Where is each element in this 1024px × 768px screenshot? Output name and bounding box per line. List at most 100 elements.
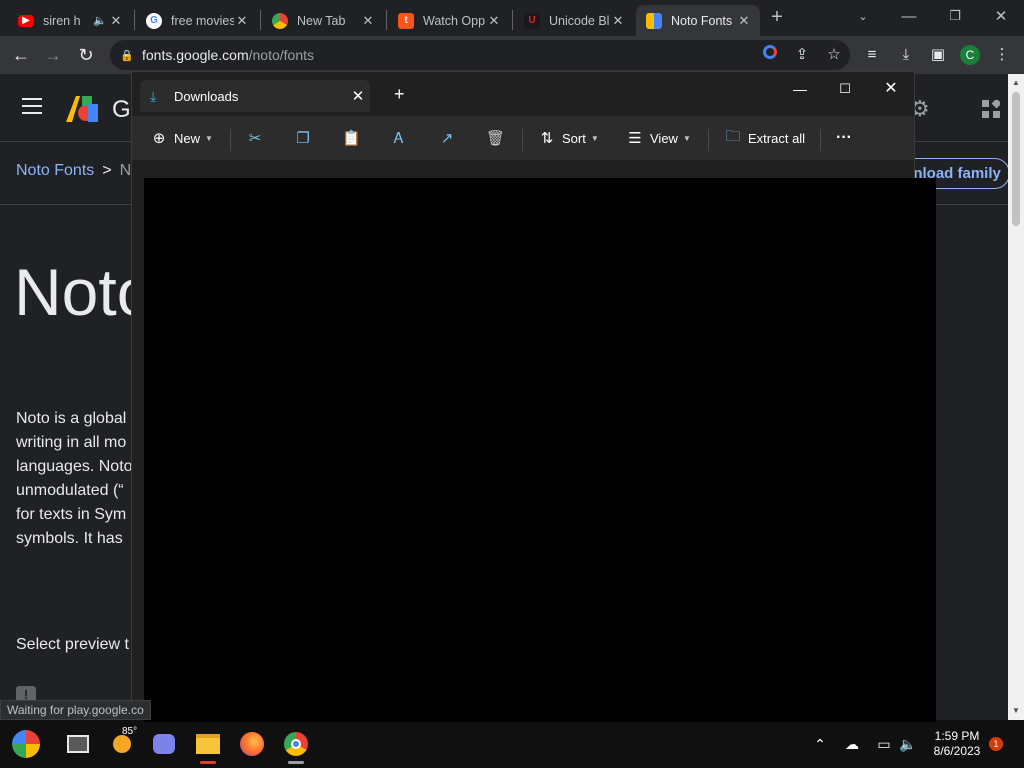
weather-temperature: 85°: [122, 726, 138, 737]
clock-time: 1:59 PM: [934, 729, 980, 743]
close-icon[interactable]: ✕: [360, 13, 376, 29]
start-button[interactable]: [10, 728, 42, 760]
close-icon[interactable]: ✕: [234, 13, 250, 29]
chrome-taskbar-button[interactable]: [280, 728, 312, 764]
list-view-icon: ☰: [628, 130, 642, 147]
explorer-tab-downloads[interactable]: ⤓ Downloads ✕: [140, 80, 370, 112]
new-label: New: [174, 130, 201, 146]
tab-youtube[interactable]: ▶ siren h 🔈 ✕: [8, 5, 132, 36]
tab-free-movies[interactable]: G free movies ✕: [136, 5, 258, 36]
status-bar: Waiting for play.google.co: [0, 700, 151, 720]
address-bar[interactable]: 🔒 fonts.google.com/noto/fonts: [110, 40, 850, 70]
close-icon[interactable]: ✕: [108, 13, 124, 29]
share-button[interactable]: ↗: [438, 127, 462, 149]
tab-search-icon[interactable]: ⌄: [840, 0, 886, 32]
url-text[interactable]: fonts.google.com/noto/fonts: [142, 47, 314, 63]
back-icon[interactable]: ←: [10, 44, 32, 66]
paste-button[interactable]: 📋: [342, 127, 366, 149]
minimize-icon[interactable]: —: [777, 76, 823, 102]
speaker-icon[interactable]: 🔈: [92, 14, 108, 27]
restore-icon[interactable]: ❐: [932, 0, 978, 32]
tab-watch[interactable]: t Watch Opp ✕: [388, 5, 510, 36]
explorer-tab-title: Downloads: [174, 88, 239, 104]
sun-icon: [113, 735, 131, 753]
clipboard-icon: 📋: [342, 130, 361, 147]
extract-all-button[interactable]: 🗀 Extract all: [724, 127, 805, 149]
zip-folder-icon: 🗀: [725, 127, 741, 145]
weather-widget[interactable]: 85°: [106, 726, 138, 760]
task-view-button[interactable]: [62, 728, 94, 760]
new-tab-button[interactable]: +: [394, 84, 405, 105]
close-window-icon[interactable]: ✕: [868, 76, 914, 102]
profile-avatar[interactable]: C: [960, 45, 980, 65]
page-scrollbar[interactable]: ▲ ▼: [1008, 74, 1024, 720]
view-button[interactable]: ☰ View ▼: [626, 127, 691, 149]
apps-grid-icon[interactable]: [982, 100, 1000, 118]
tab-separator: [134, 10, 135, 30]
active-indicator: [288, 761, 304, 764]
active-indicator: [200, 761, 216, 764]
new-button[interactable]: ⊕ New ▼: [150, 127, 213, 149]
google-lens-icon[interactable]: [760, 45, 780, 65]
chat-icon: [153, 734, 175, 754]
taskbar-clock[interactable]: 1:59 PM 8/6/2023: [928, 729, 986, 759]
tab-separator: [260, 10, 261, 30]
bookmark-star-icon[interactable]: ☆: [824, 45, 844, 65]
share-icon[interactable]: ⇪: [792, 45, 812, 65]
firefox-icon: [240, 732, 264, 756]
close-icon[interactable]: ✕: [486, 13, 502, 29]
scrollbar-thumb[interactable]: [1012, 92, 1020, 226]
volume-icon[interactable]: 🔈: [898, 734, 918, 754]
new-tab-button[interactable]: +: [766, 6, 788, 28]
close-icon[interactable]: ✕: [610, 13, 626, 29]
lock-icon: 🔒: [120, 49, 134, 62]
folder-icon: [196, 734, 220, 754]
reload-icon[interactable]: ↻: [75, 44, 97, 66]
menu-kebab-icon[interactable]: ⋮: [992, 45, 1012, 65]
tab-unicode[interactable]: U Unicode Bl ✕: [514, 5, 634, 36]
close-window-icon[interactable]: ✕: [978, 0, 1024, 32]
teams-chat-button[interactable]: [148, 728, 180, 760]
sort-button[interactable]: ⇅ Sort ▼: [538, 127, 599, 149]
hamburger-menu-icon[interactable]: [22, 98, 42, 119]
separator: [522, 129, 523, 151]
share-icon: ↗: [440, 130, 454, 147]
tab-noto-fonts[interactable]: Noto Fonts ✕: [636, 5, 760, 36]
google-fonts-logo-icon[interactable]: [66, 96, 98, 122]
sort-icon: ⇅: [540, 130, 554, 147]
network-icon[interactable]: ▭: [874, 734, 894, 754]
more-options-button[interactable]: ···: [836, 127, 852, 149]
extract-all-label: Extract all: [748, 130, 806, 146]
trash-icon: 🗑: [486, 130, 506, 147]
download-icon[interactable]: ⤓: [896, 45, 916, 65]
rename-button[interactable]: Ꭺ: [390, 127, 414, 149]
windows-orb-icon: [12, 730, 40, 758]
file-explorer-taskbar-button[interactable]: [192, 728, 224, 764]
firefox-taskbar-button[interactable]: [236, 728, 268, 760]
show-hidden-icons-chevron-icon[interactable]: ⌃: [810, 734, 830, 754]
media-control-icon[interactable]: ≡: [862, 45, 882, 65]
minimize-icon[interactable]: —: [886, 0, 932, 32]
scroll-up-icon[interactable]: ▲: [1008, 78, 1024, 87]
cut-button[interactable]: ✂: [246, 127, 270, 149]
separator: [820, 129, 821, 151]
scroll-down-icon[interactable]: ▼: [1008, 706, 1024, 715]
scissors-icon: ✂: [248, 130, 262, 147]
explorer-content-area[interactable]: [144, 178, 936, 722]
side-panel-icon[interactable]: ▣: [928, 45, 948, 65]
forward-icon[interactable]: →: [42, 44, 64, 66]
onedrive-icon[interactable]: ☁: [842, 734, 862, 754]
copy-button[interactable]: ❐: [294, 127, 318, 149]
notification-badge[interactable]: 1: [989, 737, 1003, 751]
breadcrumb-link-noto-fonts[interactable]: Noto Fonts: [16, 162, 94, 179]
close-tab-icon[interactable]: ✕: [346, 87, 370, 105]
maximize-icon[interactable]: ☐: [822, 76, 868, 102]
delete-button[interactable]: 🗑: [486, 127, 510, 149]
tab-title: free movies: [171, 13, 234, 28]
close-icon[interactable]: ✕: [736, 13, 752, 29]
chevron-down-icon: ▼: [205, 133, 213, 143]
tubi-icon: t: [398, 12, 414, 29]
google-icon: G: [146, 12, 162, 29]
tab-new-tab[interactable]: New Tab ✕: [262, 5, 384, 36]
separator: [230, 129, 231, 151]
